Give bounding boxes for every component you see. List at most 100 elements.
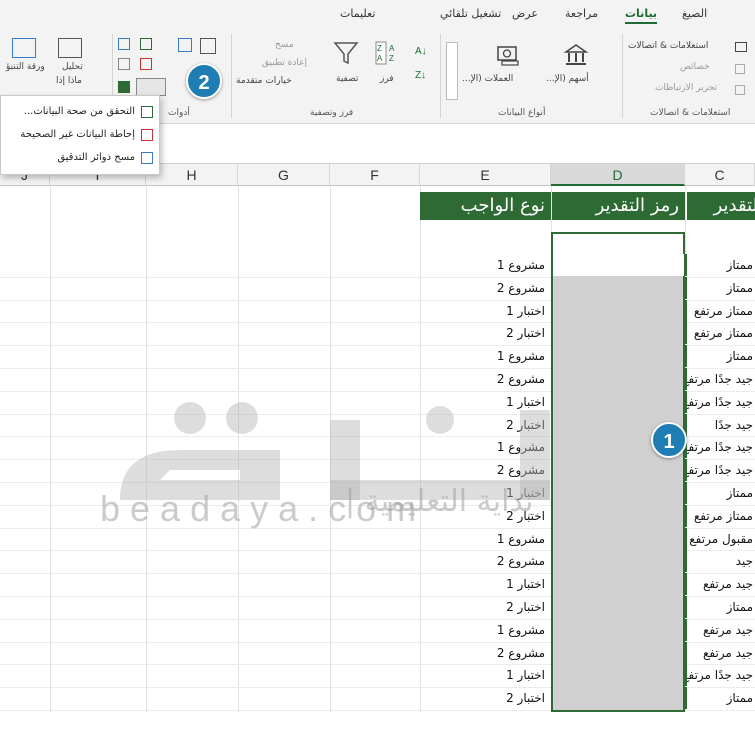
- cell-assignment-type[interactable]: اختبار 2: [420, 596, 551, 618]
- cell-grade[interactable]: ممتاز: [685, 482, 755, 504]
- group-separator: [440, 34, 441, 118]
- group-separator: [622, 34, 623, 118]
- tab-view[interactable]: عرض: [512, 7, 538, 20]
- cell-grade[interactable]: جيد جدًا مرتفع: [685, 368, 755, 390]
- consolidate-icon[interactable]: [118, 38, 130, 50]
- data-types-scroll[interactable]: [446, 42, 458, 100]
- advanced-filter-button[interactable]: خيارات متقدمة: [236, 76, 292, 86]
- sort-icon: Z A A Z: [375, 41, 395, 65]
- cell-grade[interactable]: ممتاز: [685, 687, 755, 710]
- sort-button[interactable]: فرز: [380, 74, 394, 84]
- cell-assignment-type[interactable]: مشروع 1: [420, 528, 551, 550]
- cell-grade[interactable]: جيد جدًا مرتفع: [685, 664, 755, 687]
- header-assignment-type[interactable]: نوع الواجب: [420, 192, 551, 220]
- tab-help[interactable]: تعليمات: [340, 7, 375, 20]
- header-grade[interactable]: التقدير: [687, 192, 755, 220]
- watermark-arabic: بداية التعليمية |: [345, 484, 534, 519]
- cell-grade[interactable]: جيد جدًا مرتفع: [685, 390, 755, 413]
- text-to-columns-icon[interactable]: [200, 38, 216, 54]
- cell-grade[interactable]: جيد: [685, 550, 755, 573]
- stocks-icon: [563, 44, 589, 65]
- edit-links-button[interactable]: تحرير الارتباطات: [655, 83, 717, 93]
- cell-grade[interactable]: جيد مرتفع: [685, 573, 755, 596]
- cell-assignment-type[interactable]: اختبار 2: [420, 687, 551, 709]
- cell-grade[interactable]: جيد مرتفع: [685, 641, 755, 664]
- clear-circles-icon: [141, 152, 153, 164]
- cell-assignment-type[interactable]: اختبار 1: [420, 664, 551, 686]
- cell-assignment-type[interactable]: مشروع 2: [420, 642, 551, 664]
- cell-grade[interactable]: جيد جدًا مرتفع: [685, 459, 755, 482]
- menu-item-label: مسح دوائر التدقيق: [57, 152, 135, 163]
- tab-formulas[interactable]: الصيغ: [682, 7, 707, 20]
- cell-grade[interactable]: ممتاز مرتفع: [685, 504, 755, 527]
- cell-grade[interactable]: ممتاز مرتفع: [685, 322, 755, 345]
- tab-review[interactable]: مراجعة: [565, 7, 598, 20]
- manage-data-model-icon[interactable]: [118, 58, 130, 70]
- worksheet-grid: J I H G F E D C نوع الواجب رمز التقدير ا…: [0, 164, 755, 740]
- flash-fill-icon[interactable]: [178, 38, 192, 52]
- cell-assignment-type[interactable]: مشروع 1: [420, 345, 551, 367]
- menu-item-data-validation[interactable]: التحقق من صحة البيانات...: [3, 102, 153, 122]
- col-header-d[interactable]: D: [551, 164, 685, 186]
- queries-icon: [735, 42, 747, 52]
- col-header-f[interactable]: F: [330, 164, 420, 186]
- svg-text:Z↓: Z↓: [415, 70, 426, 81]
- group-label-data-types: أنواع البيانات: [498, 108, 546, 118]
- svg-text:A: A: [377, 54, 383, 63]
- cell-grade[interactable]: ممتاز: [685, 254, 755, 276]
- relationships-icon[interactable]: [140, 58, 152, 70]
- remove-duplicates-icon[interactable]: [140, 38, 152, 50]
- step-badge-1: 1: [651, 422, 687, 458]
- cell-assignment-type[interactable]: اختبار 1: [420, 391, 551, 413]
- cell-assignment-type[interactable]: اختبار 1: [420, 573, 551, 595]
- col-header-e[interactable]: E: [420, 164, 551, 186]
- cell-assignment-type[interactable]: مشروع 2: [420, 550, 551, 572]
- cell-assignment-type[interactable]: مشروع 1: [420, 619, 551, 641]
- col-header-g[interactable]: G: [238, 164, 330, 186]
- cell-grade[interactable]: جيد جدًا: [685, 413, 755, 436]
- reapply-button[interactable]: إعادة تطبيق: [262, 58, 307, 68]
- svg-text:Z: Z: [377, 44, 382, 53]
- cell-assignment-type[interactable]: مشروع 1: [420, 436, 551, 458]
- active-cell[interactable]: [553, 254, 684, 276]
- cell-grade[interactable]: ممتاز: [685, 596, 755, 618]
- group-label-data-tools: أدوات: [168, 108, 190, 118]
- cell-assignment-type[interactable]: اختبار 2: [420, 322, 551, 344]
- gridline: [146, 186, 147, 740]
- cell-grade[interactable]: ممتاز مرتفع: [685, 299, 755, 322]
- group-label-queries: استعلامات & اتصالات: [650, 108, 731, 118]
- menu-item-circle-invalid[interactable]: إحاطة البيانات غير الصحيحة: [3, 125, 153, 145]
- tab-data[interactable]: بيانات: [625, 7, 658, 24]
- what-if-analysis-icon: [58, 38, 82, 58]
- cell-assignment-type[interactable]: مشروع 2: [420, 459, 551, 481]
- filter-button[interactable]: تصفية: [336, 74, 358, 84]
- cell-assignment-type[interactable]: اختبار 2: [420, 414, 551, 436]
- what-if-button[interactable]: ماذا إذا: [56, 76, 82, 86]
- stocks-button[interactable]: أسهم (الإ...: [546, 74, 589, 84]
- cell-assignment-type[interactable]: اختبار 1: [420, 300, 551, 322]
- queries-connections-button[interactable]: استعلامات & اتصالات: [628, 41, 708, 51]
- tab-automate[interactable]: تشغيل تلقائي: [440, 7, 501, 20]
- sort-asc-desc-icon: A↓ Z↓: [415, 46, 427, 81]
- cell-grade[interactable]: ممتاز: [685, 345, 755, 368]
- excel-icon[interactable]: [118, 81, 130, 93]
- cell-grade[interactable]: ممتاز: [685, 276, 755, 299]
- forecast-sheet-button[interactable]: ورقة التنبؤ: [6, 62, 45, 72]
- header-grade-label: التقدير: [713, 195, 755, 216]
- step-badge-2: 2: [186, 63, 222, 99]
- cell-assignment-type[interactable]: مشروع 1: [420, 254, 551, 276]
- data-validation-dropdown-button[interactable]: [136, 78, 166, 96]
- cell-grade[interactable]: جيد مرتفع: [685, 618, 755, 641]
- col-header-c[interactable]: C: [685, 164, 755, 186]
- cell-grade[interactable]: مقبول مرتفع: [685, 527, 755, 550]
- cell-grade[interactable]: جيد جدًا مرتفع: [685, 436, 755, 459]
- data-validation-icon: [141, 106, 153, 118]
- clear-filter-button[interactable]: مسح: [275, 40, 294, 50]
- properties-button[interactable]: خصائص: [680, 62, 710, 72]
- currencies-button[interactable]: العملات (الإ...: [462, 74, 513, 84]
- cell-assignment-type[interactable]: مشروع 2: [420, 277, 551, 299]
- cell-assignment-type[interactable]: مشروع 2: [420, 368, 551, 390]
- menu-item-clear-circles[interactable]: مسح دوائر التدقيق: [3, 148, 153, 168]
- header-grade-code[interactable]: رمز التقدير: [552, 192, 685, 220]
- edit-links-icon: [735, 85, 745, 95]
